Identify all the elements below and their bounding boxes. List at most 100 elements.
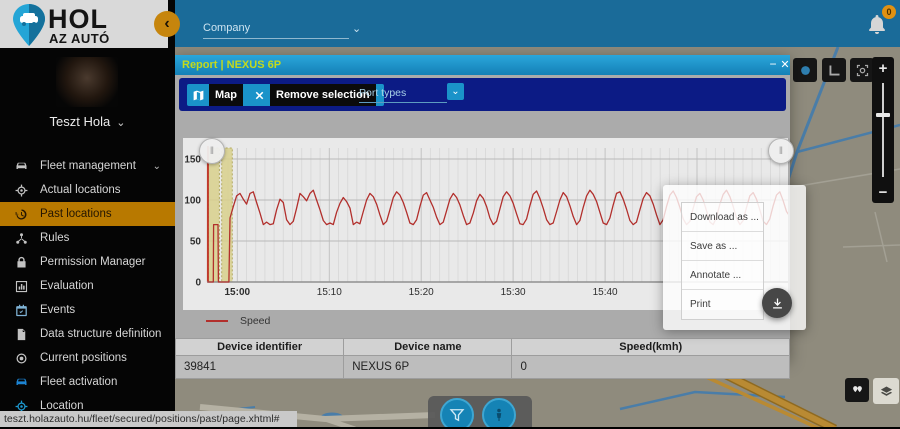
- map-button-label: Map: [209, 84, 243, 106]
- port-types-dropdown[interactable]: Port types: [359, 84, 447, 103]
- history-icon: [14, 207, 29, 222]
- poi-markers-icon[interactable]: [845, 378, 869, 402]
- context-menu-item-print[interactable]: Print: [682, 290, 763, 319]
- sidebar-item-label: Fleet activation: [40, 376, 117, 388]
- filter-button[interactable]: [440, 398, 474, 429]
- calendar-icon: [14, 303, 29, 318]
- svg-text:150: 150: [184, 155, 201, 166]
- sidebar-item-label: Past locations: [40, 208, 112, 220]
- context-menu-item-annotate[interactable]: Annotate ...: [682, 261, 763, 290]
- dropdown-chevron-button[interactable]: ⌄: [447, 83, 464, 100]
- logo-text-line2: AZ AUTÓ: [49, 31, 110, 46]
- range-slider-left-handle[interactable]: ‖: [199, 138, 225, 164]
- sidebar-item-label: Data structure definition: [40, 328, 161, 340]
- sidebar-item-label: Evaluation: [40, 280, 94, 292]
- sidebar-item-data-structure-definition[interactable]: Data structure definition: [0, 322, 175, 346]
- sidebar-item-current-positions[interactable]: Current positions: [0, 346, 175, 370]
- svg-text:15:20: 15:20: [409, 287, 434, 298]
- table-row[interactable]: 39841NEXUS 6P0: [176, 356, 790, 379]
- chevron-down-icon: ⌄: [116, 117, 125, 129]
- table-header-device-identifier: Device identifier: [176, 339, 344, 356]
- legend-line-swatch: [206, 320, 228, 322]
- sidebar-item-events[interactable]: Events: [0, 298, 175, 322]
- sidebar-item-label: Fleet management: [40, 160, 136, 172]
- logo-pin-icon: [12, 3, 46, 47]
- document-icon: [14, 327, 29, 342]
- table-cell: NEXUS 6P: [344, 356, 512, 379]
- report-window-header[interactable]: Report | NEXUS 6P − ✕: [175, 55, 790, 75]
- pegman-button[interactable]: [482, 398, 516, 429]
- position-icon: [14, 351, 29, 366]
- map-icon: [187, 84, 209, 106]
- map-button[interactable]: Map: [187, 84, 251, 106]
- svg-text:0: 0: [195, 278, 201, 289]
- app-root: Térképadatok ©2017 Google Általános Szer…: [0, 0, 900, 429]
- user-menu[interactable]: Teszt Hola ⌄: [0, 114, 175, 129]
- svg-text:50: 50: [190, 237, 202, 248]
- table-header-device-name: Device name: [344, 339, 512, 356]
- chart-legend[interactable]: Speed: [206, 315, 270, 327]
- sidebar-item-label: Permission Manager: [40, 256, 145, 268]
- x-mark-icon: [248, 84, 270, 106]
- svg-text:15:00: 15:00: [225, 287, 251, 298]
- sidebar-menu: Fleet management⌄ Actual locations Past lo…: [0, 154, 175, 418]
- sidebar-item-permission-manager[interactable]: Permission Manager: [0, 250, 175, 274]
- sidebar-item-evaluation[interactable]: Evaluation: [0, 274, 175, 298]
- layers-icon[interactable]: [873, 378, 899, 404]
- table-header-row: Device identifierDevice nameSpeed(kmh): [176, 339, 790, 356]
- notification-badge: 0: [882, 5, 896, 19]
- pegman-icon: [490, 406, 508, 424]
- sidebar-item-label: Events: [40, 304, 75, 316]
- zoom-in-button[interactable]: +: [872, 57, 894, 79]
- minimize-button[interactable]: −: [767, 57, 779, 71]
- context-menu-list: Download as ...Save as ...Annotate ...Pr…: [681, 202, 764, 320]
- table-cell: 39841: [176, 356, 344, 379]
- svg-text:15:10: 15:10: [317, 287, 342, 298]
- bar-chart-icon: [14, 279, 29, 294]
- map-zoom-control[interactable]: + −: [872, 57, 894, 203]
- user-avatar: [56, 57, 118, 107]
- map-quick-tools: [428, 396, 532, 429]
- map-tool-button[interactable]: [793, 58, 817, 82]
- table-cell: 0: [512, 356, 790, 379]
- download-button[interactable]: [762, 288, 792, 318]
- sidebar-item-rules[interactable]: Rules: [0, 226, 175, 250]
- measure-icon[interactable]: [822, 58, 846, 82]
- status-bar-url: teszt.holazauto.hu/fleet/secured/positio…: [0, 411, 297, 427]
- report-window-title: Report | NEXUS 6P: [182, 59, 281, 71]
- sidebar-item-label: Current positions: [40, 352, 127, 364]
- context-menu-item-save-as[interactable]: Save as ...: [682, 232, 763, 261]
- table-header-speed-kmh: Speed(kmh): [512, 339, 790, 356]
- sidebar-item-fleet-activation[interactable]: Fleet activation: [0, 370, 175, 394]
- target-icon: [14, 183, 29, 198]
- rules-icon: [14, 231, 29, 246]
- device-table: Device identifierDevice nameSpeed(kmh) 3…: [175, 338, 790, 379]
- funnel-icon: [448, 406, 466, 424]
- sidebar: HOL AZ AUTÓ ‹ Teszt Hola⌄ Fleet manageme…: [0, 0, 175, 429]
- export-context-menu: Download as ...Save as ...Annotate ...Pr…: [663, 185, 806, 330]
- company-dropdown-label: Company: [203, 22, 250, 34]
- legend-label: Speed: [240, 315, 270, 327]
- sidebar-collapse-button[interactable]: ‹: [154, 11, 180, 37]
- company-dropdown[interactable]: Company: [203, 19, 349, 39]
- chevron-down-icon: ⌄: [352, 22, 361, 35]
- zoom-slider-track[interactable]: [882, 83, 884, 177]
- sidebar-item-actual-locations[interactable]: Actual locations: [0, 178, 175, 202]
- zoom-selection-icon[interactable]: [850, 58, 874, 82]
- car-icon: [14, 159, 29, 174]
- range-slider-right-handle[interactable]: ‖: [768, 138, 794, 164]
- zoom-slider-handle[interactable]: [876, 113, 890, 117]
- report-toolbar: Map Remove selection Port types ⌄: [179, 78, 786, 111]
- lock-icon: [14, 255, 29, 270]
- port-types-label: Port types: [359, 87, 406, 99]
- svg-text:15:40: 15:40: [593, 287, 618, 298]
- context-menu-item-download-as[interactable]: Download as ...: [682, 203, 763, 232]
- download-icon: [770, 296, 785, 311]
- zoom-out-button[interactable]: −: [872, 181, 894, 203]
- user-name: Teszt Hola: [50, 114, 111, 129]
- sidebar-item-label: Actual locations: [40, 184, 121, 196]
- sidebar-item-past-locations[interactable]: Past locations: [0, 202, 175, 226]
- sidebar-item-fleet-management[interactable]: Fleet management⌄: [0, 154, 175, 178]
- close-button[interactable]: ✕: [779, 58, 791, 71]
- app-logo: HOL AZ AUTÓ: [0, 0, 168, 48]
